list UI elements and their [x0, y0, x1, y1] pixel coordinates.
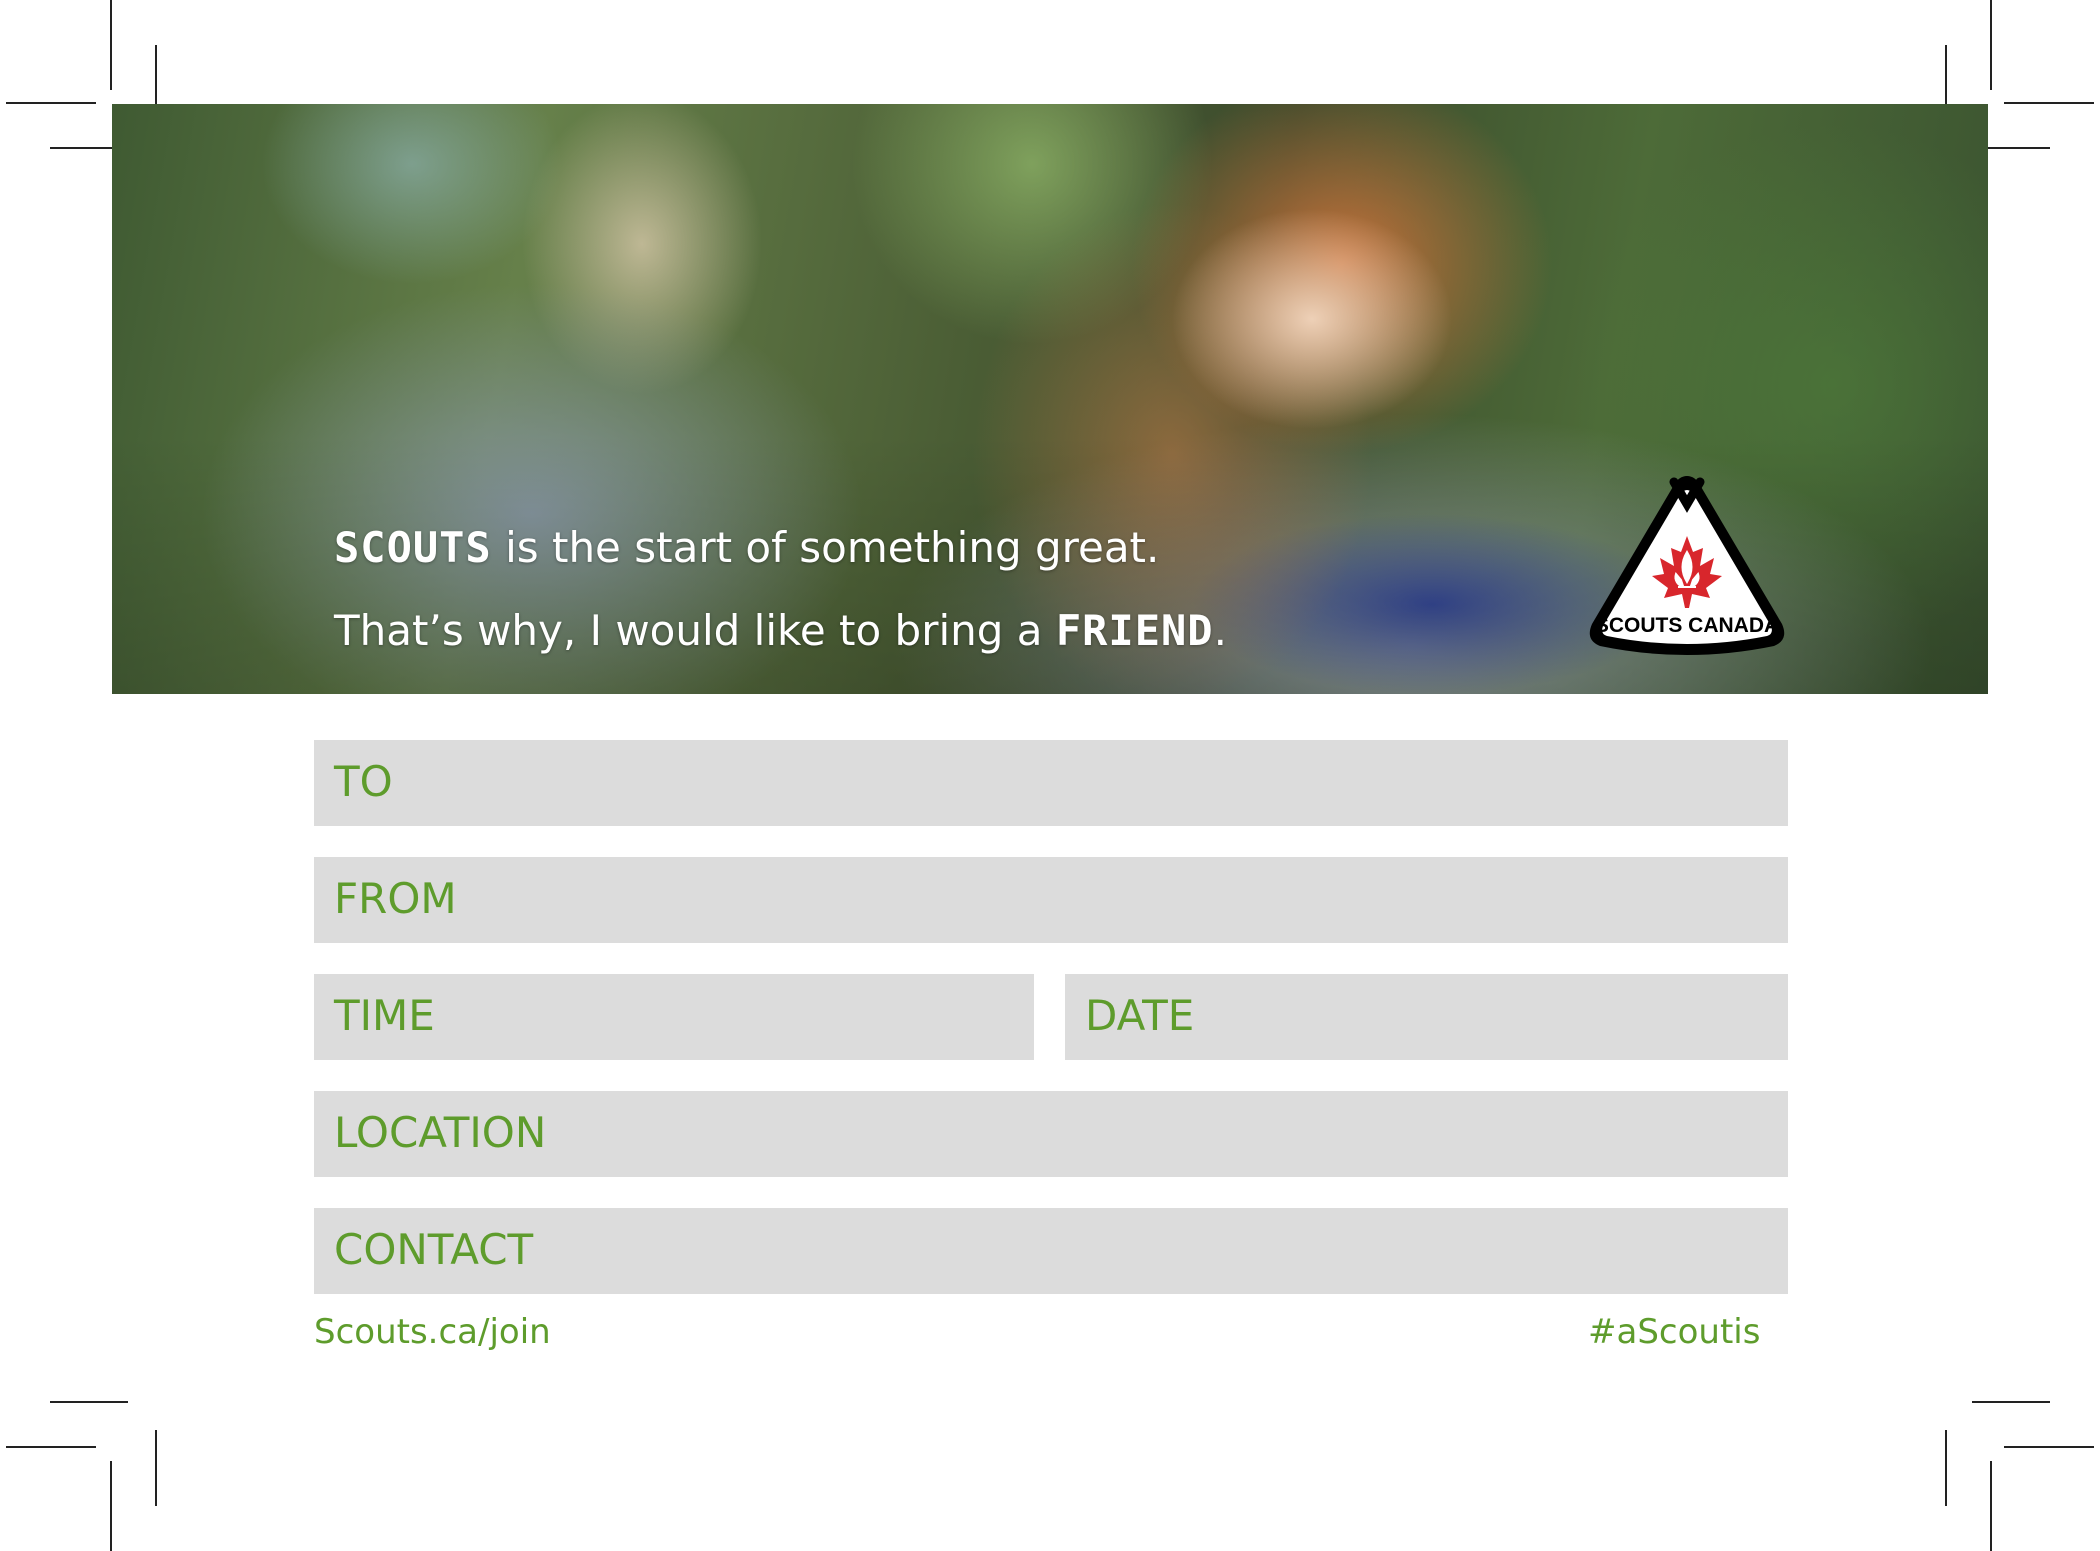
time-label: TIME [334, 991, 435, 1040]
hero-tagline-line1: SCOUTS is the start of something great. [334, 523, 1159, 572]
from-label: FROM [334, 874, 457, 923]
crop-mark [110, 0, 112, 90]
location-field[interactable]: LOCATION [314, 1091, 1788, 1177]
date-field[interactable]: DATE [1065, 974, 1788, 1060]
to-field[interactable]: TO [314, 740, 1788, 826]
scouts-canada-logo: SCOUTS CANADA [1589, 476, 1785, 655]
contact-label: CONTACT [334, 1225, 534, 1274]
hero-friend-word: FRIEND [1055, 606, 1214, 655]
crop-mark [2004, 1446, 2094, 1448]
from-field[interactable]: FROM [314, 857, 1788, 943]
crop-mark [155, 1430, 157, 1506]
hashtag-text: #aScoutis [1588, 1312, 1761, 1352]
hero-banner: SCOUTS is the start of something great. … [112, 104, 1988, 694]
crop-mark [1972, 1401, 2050, 1403]
logo-text: SCOUTS CANADA [1595, 614, 1779, 637]
crop-mark [2004, 102, 2094, 104]
date-label: DATE [1085, 991, 1195, 1040]
crop-mark [6, 1446, 96, 1448]
hero-scouts-word: SCOUTS [334, 523, 492, 572]
join-link[interactable]: Scouts.ca/join [314, 1312, 551, 1352]
crop-mark [50, 1401, 128, 1403]
crop-mark [1990, 0, 1992, 90]
hero-tagline-line2: That’s why, I would like to bring a FRIE… [334, 606, 1227, 655]
crop-mark [6, 102, 96, 104]
location-label: LOCATION [334, 1108, 547, 1157]
hero-line2-text: That’s why, I would like to bring a [334, 606, 1056, 655]
hero-line2-end: . [1213, 606, 1227, 655]
crop-mark [110, 1461, 112, 1551]
crop-mark [1945, 1430, 1947, 1506]
to-label: TO [334, 757, 393, 806]
contact-field[interactable]: CONTACT [314, 1208, 1788, 1294]
hero-line1-text: is the start of something great. [491, 523, 1160, 572]
time-field[interactable]: TIME [314, 974, 1034, 1060]
crop-mark [1990, 1461, 1992, 1551]
